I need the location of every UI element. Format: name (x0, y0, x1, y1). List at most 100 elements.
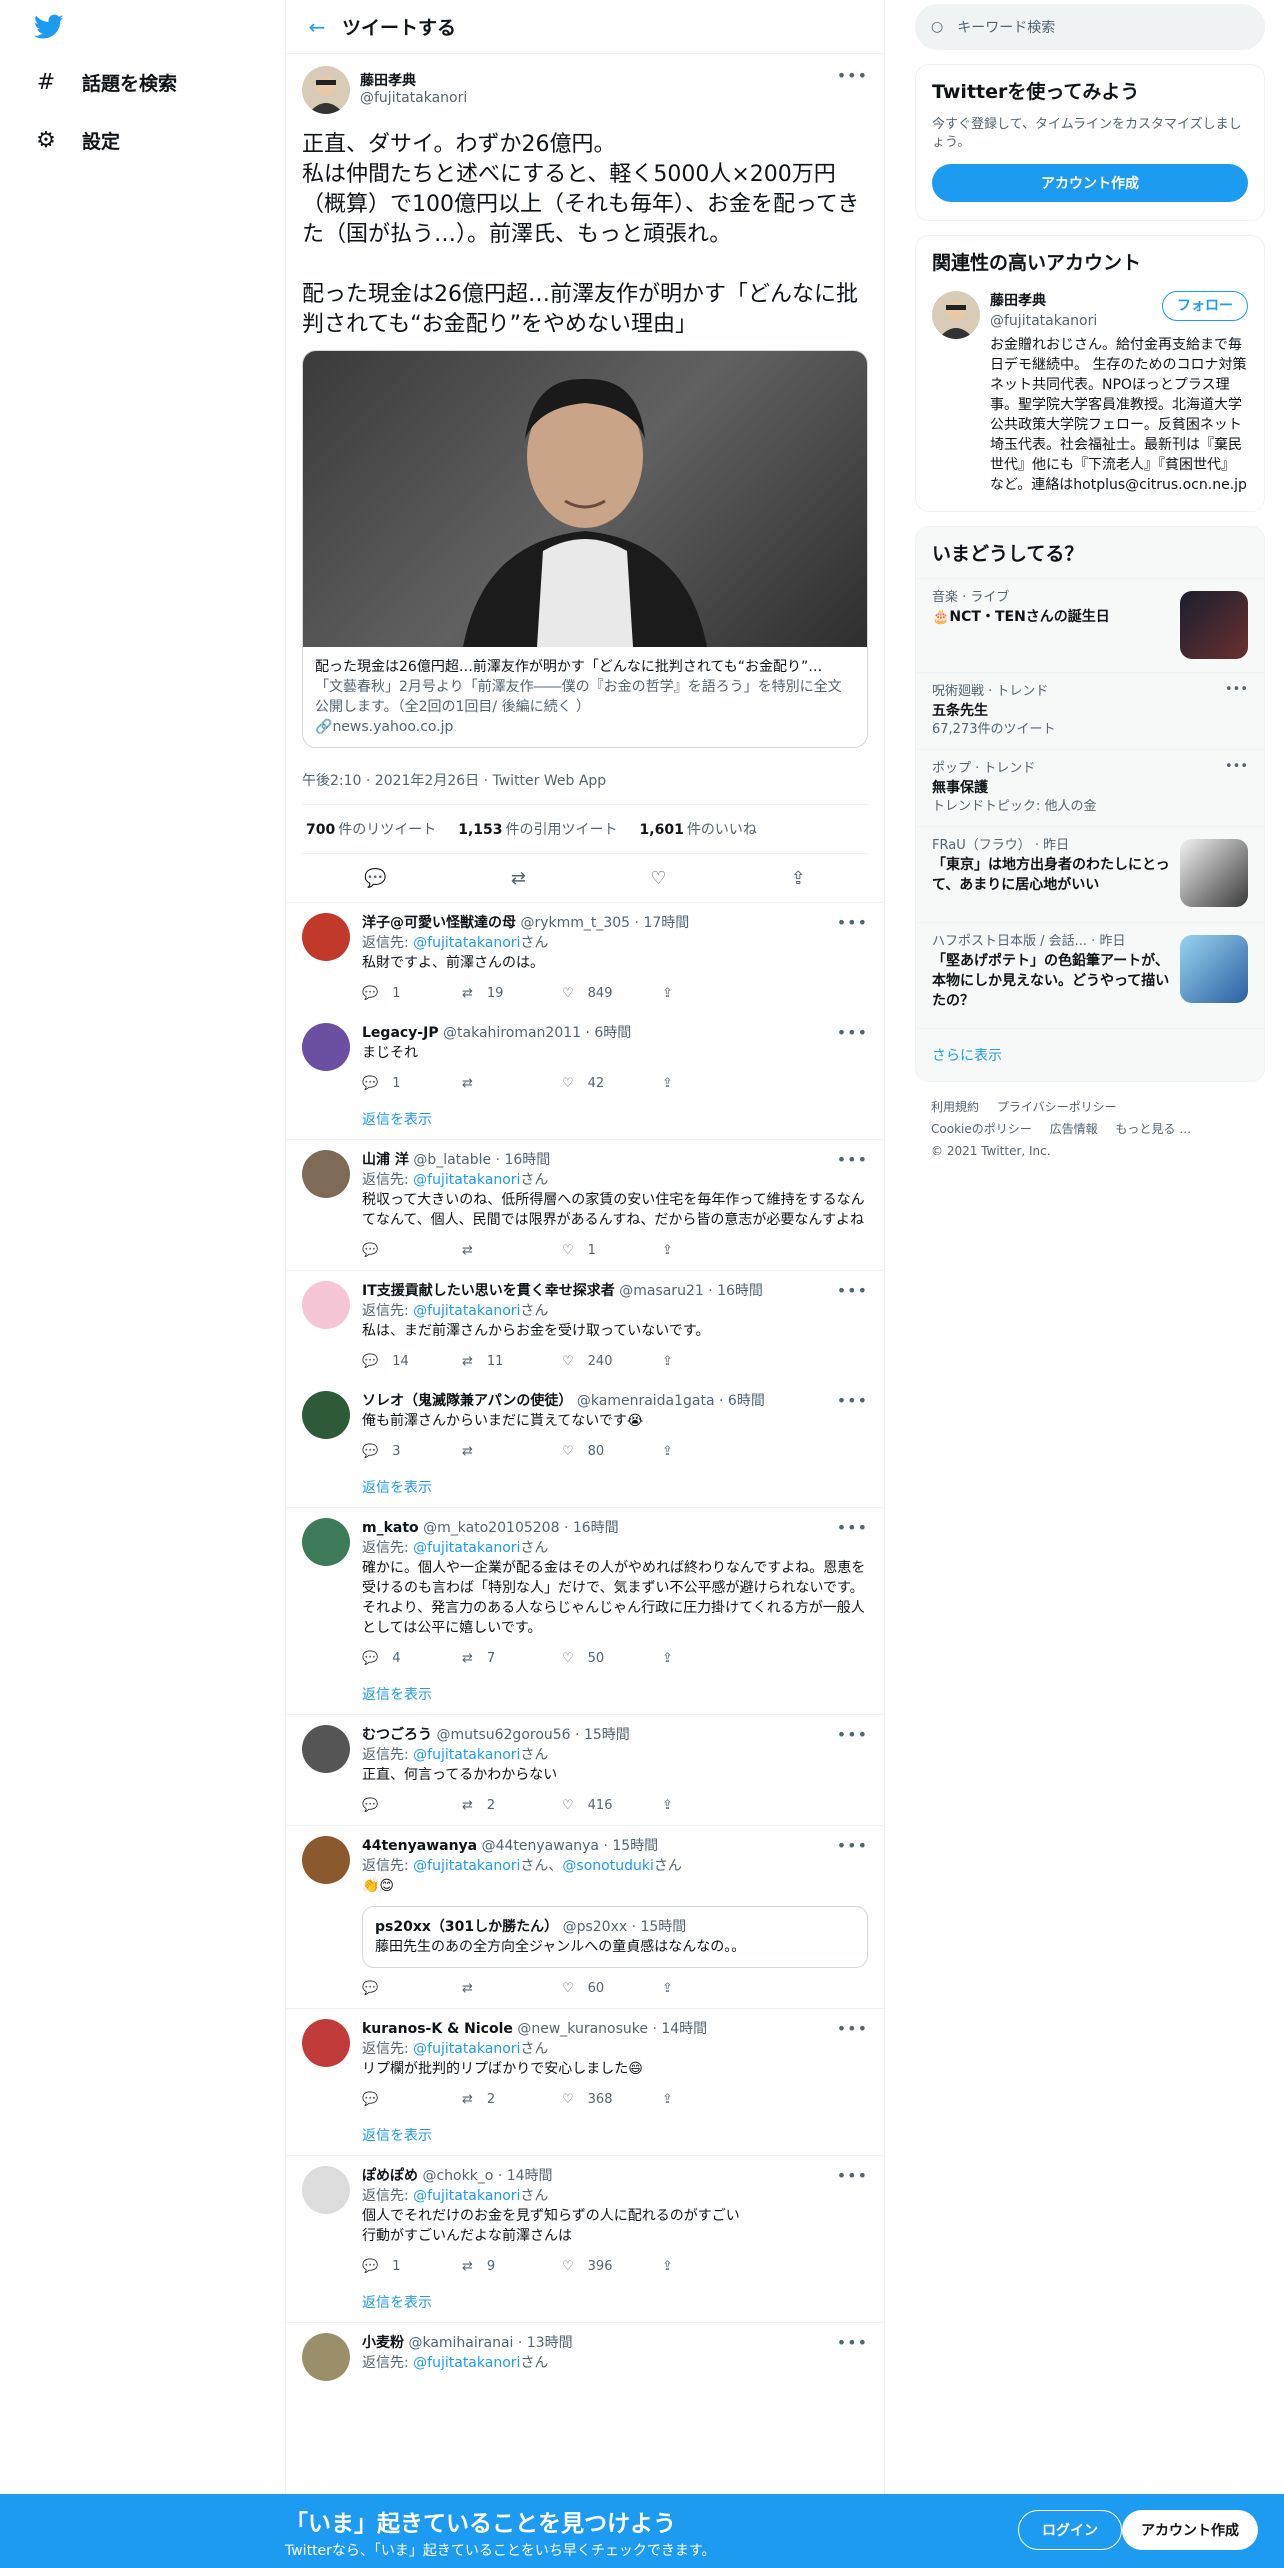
reply-to-link[interactable]: @fujitatakanori (413, 2355, 520, 2371)
retweet-icon[interactable]: ⇄ (511, 868, 526, 889)
footer-ads[interactable]: 広告情報 (1050, 1122, 1098, 1136)
reply-meta[interactable]: @rykmm_t_305 · 17時間 (520, 915, 689, 931)
more-icon[interactable]: ••• (837, 1023, 868, 1043)
avatar[interactable] (302, 1725, 350, 1773)
related-handle[interactable]: @fujitatakanori (990, 311, 1097, 331)
like-icon[interactable]: ♡ (650, 868, 666, 889)
twitter-logo-icon[interactable] (33, 14, 64, 40)
reply-tweet[interactable]: m_kato @m_kato20105208 · 16時間 ••• 返信先: @fu… (286, 1508, 884, 1678)
reply-author-name[interactable]: ぽめぽめ (362, 2168, 418, 2184)
like-action[interactable]: ♡ 42 (562, 1074, 662, 1094)
reply-author-name[interactable]: 小麦粉 (362, 2335, 404, 2351)
reply-tweet[interactable]: 44tenyawanya @44tenyawanya · 15時間 ••• 返信先:… (286, 1826, 884, 2008)
footer-more[interactable]: もっと見る … (1115, 1122, 1191, 1136)
share-icon[interactable]: ⇪ (791, 868, 806, 889)
like-action[interactable]: ♡ 60 (562, 1979, 662, 1999)
avatar[interactable] (302, 1518, 350, 1566)
like-action[interactable]: ♡ 240 (562, 1352, 662, 1372)
more-icon[interactable]: ••• (837, 1281, 868, 1301)
avatar[interactable] (302, 1391, 350, 1439)
more-icon[interactable]: ••• (1225, 681, 1248, 699)
like-action[interactable]: ♡ 396 (562, 2257, 662, 2277)
reply-meta[interactable]: @takahiroman2011 · 6時間 (443, 1025, 631, 1041)
more-icon[interactable]: ••• (837, 2166, 868, 2186)
retweet-action[interactable]: ⇄ (462, 1979, 562, 1999)
signup-button[interactable]: アカウント作成 (932, 164, 1248, 202)
reply-meta[interactable]: @kamihairanai · 13時間 (408, 2335, 572, 2351)
share-action[interactable]: ⇪ (662, 1241, 762, 1261)
reply-to-link[interactable]: @fujitatakanori (413, 1747, 520, 1763)
trend-item[interactable]: 音楽 · ライブ 🎂NCT・TENさんの誕生日 (916, 578, 1264, 672)
retweet-action[interactable]: ⇄ (462, 1241, 562, 1261)
avatar[interactable] (302, 1150, 350, 1198)
more-icon[interactable]: ••• (837, 1150, 868, 1170)
reply-action[interactable]: 💬 1 (362, 1074, 462, 1094)
reply-meta[interactable]: @new_kuranosuke · 14時間 (517, 2021, 707, 2037)
more-icon[interactable]: ••• (837, 2019, 868, 2039)
retweet-action[interactable]: ⇄ 9 (462, 2257, 562, 2277)
more-icon[interactable]: ••• (837, 1391, 868, 1411)
reply-to-link[interactable]: @fujitatakanori (413, 1858, 520, 1874)
related-name[interactable]: 藤田孝典 (990, 291, 1097, 311)
reply-action[interactable]: 💬 1 (362, 984, 462, 1004)
reply-author-name[interactable]: 44tenyawanya (362, 1838, 477, 1854)
reply-meta[interactable]: @kamenraida1gata · 6時間 (577, 1393, 765, 1409)
back-arrow-icon[interactable]: ← (292, 15, 342, 39)
avatar[interactable] (932, 291, 980, 339)
reply-tweet[interactable]: 洋子@可愛い怪獣達の母 @rykmm_t_305 · 17時間 ••• 返信先: @… (286, 903, 884, 1013)
author-handle[interactable]: @fujitatakanori (360, 90, 837, 106)
reply-action[interactable]: 💬 3 (362, 1442, 462, 1462)
show-replies-link[interactable]: 返信を表示 (286, 1471, 884, 1508)
show-replies-link[interactable]: 返信を表示 (286, 2286, 884, 2323)
quoted-tweet[interactable]: ps20xx（301しか勝たん） @ps20xx · 15時間 藤田先生のあの全方… (362, 1906, 868, 1968)
reply-tweet[interactable]: ぽめぽめ @chokk_o · 14時間 ••• 返信先: @fujitatakan… (286, 2156, 884, 2286)
retweet-action[interactable]: ⇄ (462, 1074, 562, 1094)
share-action[interactable]: ⇪ (662, 1074, 762, 1094)
like-action[interactable]: ♡ 50 (562, 1649, 662, 1669)
reply-action[interactable]: 💬 1 (362, 2257, 462, 2277)
trend-item[interactable]: 呪術廻戦 · トレンド 五条先生 67,273件のツイート ••• (916, 672, 1264, 749)
reply-tweet[interactable]: 山浦 洋 @b_latable · 16時間 ••• 返信先: @fujitatak… (286, 1140, 884, 1270)
like-count[interactable]: 1,601 件のいいね (640, 819, 757, 839)
reply-to-link[interactable]: @fujitatakanori (413, 1540, 520, 1556)
retweet-action[interactable]: ⇄ 7 (462, 1649, 562, 1669)
link-card[interactable]: 配った現金は26億円超…前澤友作が明かす「どんなに批判されても“お金配り”… 「… (302, 350, 868, 748)
share-action[interactable]: ⇪ (662, 984, 762, 1004)
more-icon[interactable]: ••• (837, 913, 868, 933)
avatar[interactable] (302, 2333, 350, 2381)
reply-tweet[interactable]: Legacy-JP @takahiroman2011 · 6時間 ••• まじそれ 💬… (286, 1013, 884, 1103)
like-action[interactable]: ♡ 849 (562, 984, 662, 1004)
reply-action[interactable]: 💬 (362, 1241, 462, 1261)
reply-action[interactable]: 💬 4 (362, 1649, 462, 1669)
reply-meta[interactable]: @masaru21 · 16時間 (619, 1283, 763, 1299)
like-action[interactable]: ♡ 80 (562, 1442, 662, 1462)
reply-tweet[interactable]: kuranos-K & Nicole @new_kuranosuke · 14時… (286, 2009, 884, 2119)
more-icon[interactable]: ••• (837, 66, 868, 85)
show-replies-link[interactable]: 返信を表示 (286, 2119, 884, 2156)
footer-terms[interactable]: 利用規約 (931, 1100, 979, 1114)
author-name[interactable]: 藤田孝典 (360, 70, 837, 90)
avatar[interactable] (302, 2166, 350, 2214)
tweet-timestamp[interactable]: 午後2:10 · 2021年2月26日 · Twitter Web App (302, 756, 868, 805)
avatar[interactable] (302, 1281, 350, 1329)
avatar[interactable] (302, 1023, 350, 1071)
reply-action[interactable]: 💬 (362, 1979, 462, 1999)
reply-to-link[interactable]: @fujitatakanori (413, 2041, 520, 2057)
reply-meta[interactable]: @m_kato20105208 · 16時間 (423, 1520, 619, 1536)
reply-author-name[interactable]: むつごろう (362, 1727, 432, 1743)
share-action[interactable]: ⇪ (662, 2257, 762, 2277)
avatar[interactable] (302, 1836, 350, 1884)
retweet-action[interactable]: ⇄ 2 (462, 2090, 562, 2110)
reply-author-name[interactable]: kuranos-K & Nicole (362, 2021, 513, 2037)
like-action[interactable]: ♡ 1 (562, 1241, 662, 1261)
reply-author-name[interactable]: Legacy-JP (362, 1025, 439, 1041)
reply-author-name[interactable]: 洋子@可愛い怪獣達の母 (362, 915, 516, 931)
reply-to-link[interactable]: @sonotuduki (562, 1858, 653, 1874)
reply-author-name[interactable]: ソレオ（鬼滅隊兼アパンの使徒） (362, 1393, 572, 1409)
retweet-count[interactable]: 700 件のリツイート (306, 819, 436, 839)
trend-item[interactable]: FRaU（フラウ） · 昨日 「東京」は地方出身者のわたしにとって、あまりに居心… (916, 826, 1264, 922)
share-action[interactable]: ⇪ (662, 1979, 762, 1999)
share-action[interactable]: ⇪ (662, 1649, 762, 1669)
nav-settings[interactable]: ⚙ 設定 (34, 122, 120, 158)
like-action[interactable]: ♡ 416 (562, 1796, 662, 1816)
